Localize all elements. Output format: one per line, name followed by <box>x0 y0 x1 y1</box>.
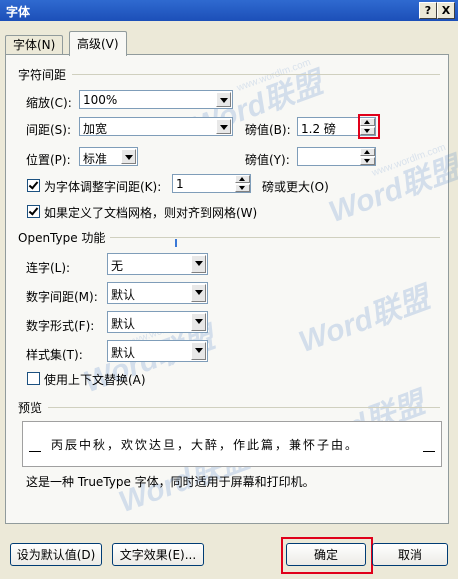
scale-label: 缩放(C): <box>26 96 72 110</box>
chevron-down-icon[interactable] <box>121 149 136 164</box>
spin-down-icon[interactable] <box>235 184 250 192</box>
cursor-mark <box>175 239 177 247</box>
help-button[interactable]: ? <box>419 2 437 19</box>
stylistic-sets-label: 样式集(T): <box>26 348 83 362</box>
section-divider <box>72 74 440 75</box>
chevron-down-icon[interactable] <box>216 92 231 107</box>
spin-up-icon[interactable] <box>235 175 250 183</box>
kerning-label: 为字体调整字间距(K): <box>44 180 162 194</box>
preview-baseline-left <box>29 451 41 452</box>
position-value: 标准 <box>83 152 108 166</box>
text-effects-button[interactable]: 文字效果(E)... <box>112 543 204 566</box>
position-pt-label: 磅值(Y): <box>245 153 290 167</box>
chevron-down-icon[interactable] <box>191 284 206 302</box>
window-title: 字体 <box>6 5 31 19</box>
ligatures-label: 连字(L): <box>26 261 71 275</box>
spacing-pt-value: 1.2 磅 <box>301 122 336 136</box>
position-combo[interactable]: 标准 <box>79 147 138 166</box>
number-spacing-combo[interactable]: 默认 <box>107 282 208 304</box>
title-bar: 字体 ? X <box>0 0 458 21</box>
chevron-down-icon[interactable] <box>216 119 231 134</box>
chevron-down-icon[interactable] <box>191 342 206 360</box>
kerning-value: 1 <box>176 177 184 191</box>
contextual-alternates-label: 使用上下文替换(A) <box>44 373 146 387</box>
kerning-suffix: 磅或更大(O) <box>262 180 329 194</box>
ok-button-highlight-box <box>281 537 373 574</box>
chevron-down-icon[interactable] <box>191 313 206 331</box>
snap-grid-checkbox[interactable] <box>27 205 40 218</box>
number-spacing-label: 数字间距(M): <box>26 290 98 304</box>
set-default-button[interactable]: 设为默认值(D) <box>10 543 102 566</box>
spinner-highlight-box <box>358 114 380 139</box>
preview-title: 预览 <box>18 401 43 415</box>
tab-font[interactable]: 字体(N) <box>5 35 64 55</box>
section-divider <box>110 237 440 238</box>
char-spacing-title: 字符间距 <box>18 68 67 82</box>
preview-baseline-right <box>423 451 435 452</box>
scale-combo[interactable]: 100% <box>79 90 233 109</box>
spacing-combo[interactable]: 加宽 <box>79 117 233 136</box>
spacing-value: 加宽 <box>83 122 108 136</box>
kerning-spinner[interactable]: 1 <box>172 174 251 193</box>
preview-description: 这是一种 TrueType 字体，同时适用于屏幕和打印机。 <box>26 475 315 489</box>
cancel-button[interactable]: 取消 <box>372 543 448 566</box>
ligatures-combo[interactable]: 无 <box>107 253 208 275</box>
position-pt-spinner[interactable] <box>297 147 376 166</box>
number-forms-label: 数字形式(F): <box>26 319 95 333</box>
ligatures-value: 无 <box>111 259 124 273</box>
preview-box: 丙辰中秋，欢饮达旦，大醉，作此篇，兼怀子由。 <box>22 421 442 467</box>
spacing-label: 间距(S): <box>26 123 72 137</box>
preview-sample-text: 丙辰中秋，欢饮达旦，大醉，作此篇，兼怀子由。 <box>51 438 360 452</box>
spacing-pt-label: 磅值(B): <box>245 123 291 137</box>
contextual-alternates-checkbox[interactable] <box>27 372 40 385</box>
stylistic-sets-value: 默认 <box>111 346 136 360</box>
position-label: 位置(P): <box>26 153 71 167</box>
snap-grid-label: 如果定义了文档网格，则对齐到网格(W) <box>44 206 258 220</box>
kerning-checkbox[interactable] <box>27 179 40 192</box>
opentype-title: OpenType 功能 <box>18 231 106 245</box>
spin-down-icon[interactable] <box>360 157 375 165</box>
number-forms-combo[interactable]: 默认 <box>107 311 208 333</box>
number-spacing-value: 默认 <box>111 288 136 302</box>
scale-value: 100% <box>83 93 118 107</box>
spin-up-icon[interactable] <box>360 148 375 156</box>
stylistic-sets-combo[interactable]: 默认 <box>107 340 208 362</box>
chevron-down-icon[interactable] <box>191 255 206 273</box>
section-divider <box>48 407 440 408</box>
tab-advanced[interactable]: 高级(V) <box>69 31 127 56</box>
number-forms-value: 默认 <box>111 317 136 331</box>
close-button[interactable]: X <box>437 2 455 19</box>
